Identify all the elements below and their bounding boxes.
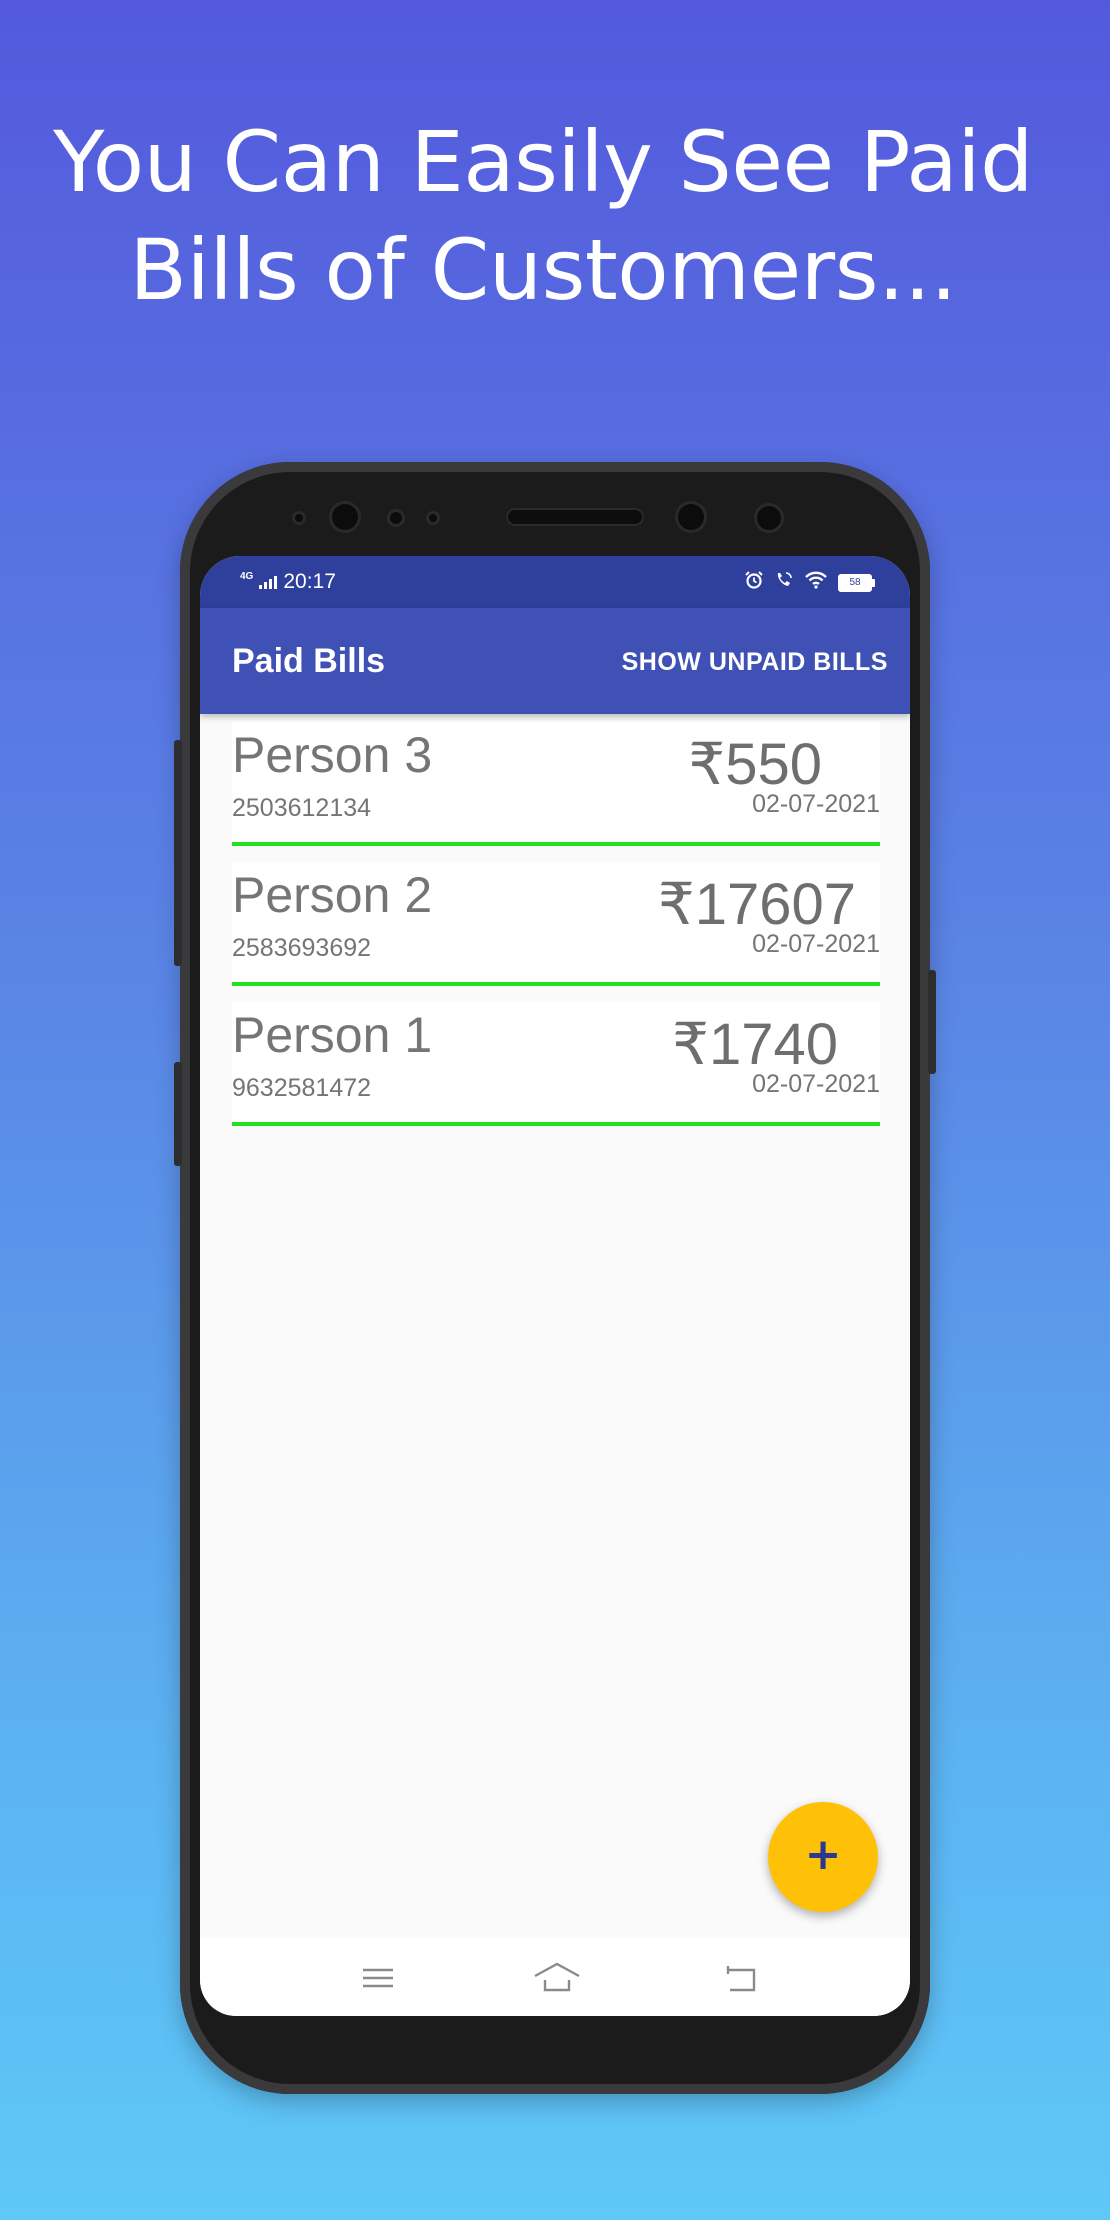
status-time: 20:17 xyxy=(283,570,336,593)
bill-amount: ₹550 xyxy=(688,732,822,797)
wifi-icon xyxy=(804,571,828,594)
earpiece-speaker xyxy=(508,510,642,524)
sensor-dot xyxy=(429,514,437,522)
front-camera-icon xyxy=(757,506,781,530)
signal-icon xyxy=(259,575,278,589)
battery-icon: 58 xyxy=(838,573,875,592)
phone-frame: 4G 20:17 58 Paid Bills SHOW UNPAID BILLS… xyxy=(174,462,936,2094)
customer-name: Person 2 xyxy=(232,867,433,923)
front-camera-icon xyxy=(332,504,358,530)
list-item[interactable]: Person 2 2583693692 ₹17607 02-07-2021 xyxy=(232,862,880,986)
menu-icon[interactable] xyxy=(358,1958,398,1998)
bill-date: 02-07-2021 xyxy=(752,790,880,818)
wifi-calling-icon xyxy=(774,570,794,595)
sensor-dot xyxy=(390,512,402,524)
front-camera-icon xyxy=(678,504,704,530)
customer-phone: 2583693692 xyxy=(232,934,372,962)
customer-phone: 2503612134 xyxy=(232,794,372,822)
bill-amount: ₹17607 xyxy=(657,872,856,937)
show-unpaid-bills-button[interactable]: SHOW UNPAID BILLS xyxy=(622,648,888,677)
list-item[interactable]: Person 3 2503612134 ₹550 02-07-2021 xyxy=(232,722,880,846)
customer-name: Person 1 xyxy=(232,1007,433,1063)
volume-down-button xyxy=(174,1062,182,1166)
volume-up-button xyxy=(174,740,182,966)
network-type: 4G xyxy=(240,570,254,582)
alarm-icon xyxy=(744,570,764,595)
list-item[interactable]: Person 1 9632581472 ₹1740 02-07-2021 xyxy=(232,1002,880,1126)
app-bar: Paid Bills SHOW UNPAID BILLS xyxy=(200,608,910,714)
back-icon[interactable] xyxy=(720,1958,760,1998)
bill-date: 02-07-2021 xyxy=(752,930,880,958)
sensor-dot xyxy=(295,514,303,522)
bill-list: Person 3 2503612134 ₹550 02-07-2021 Pers… xyxy=(232,722,880,1142)
customer-name: Person 3 xyxy=(232,727,433,783)
phone-screen: 4G 20:17 58 Paid Bills SHOW UNPAID BILLS… xyxy=(200,556,910,2016)
bill-date: 02-07-2021 xyxy=(752,1070,880,1098)
bill-amount: ₹1740 xyxy=(672,1012,838,1077)
status-bar: 4G 20:17 58 xyxy=(200,556,910,608)
system-navigation-bar xyxy=(200,1938,910,2016)
headline: You Can Easily See Paid Bills of Custome… xyxy=(0,108,1086,324)
headline-line-1: You Can Easily See Paid xyxy=(53,113,1033,211)
customer-phone: 9632581472 xyxy=(232,1074,372,1102)
status-right: 58 xyxy=(744,570,875,595)
add-bill-button[interactable]: + xyxy=(768,1802,878,1912)
page-title: Paid Bills xyxy=(232,642,386,680)
headline-line-2: Bills of Customers... xyxy=(129,221,957,319)
power-button xyxy=(928,970,936,1074)
status-left: 4G 20:17 xyxy=(240,570,336,594)
home-icon[interactable] xyxy=(532,1958,582,1998)
